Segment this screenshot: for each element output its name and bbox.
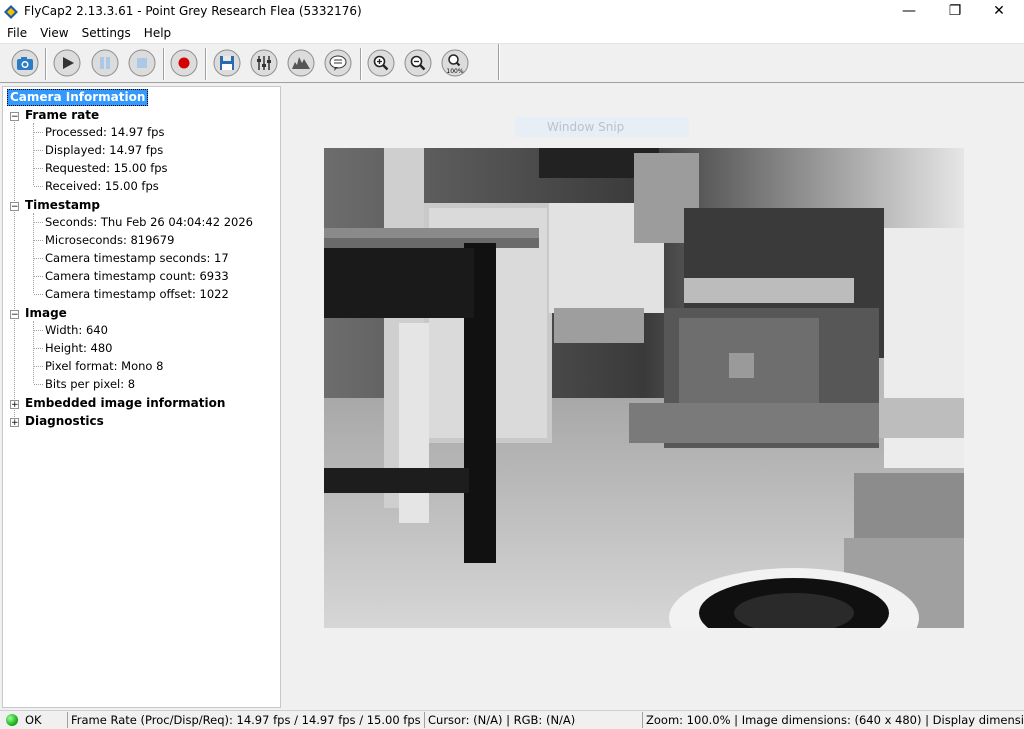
tree-line [33,213,34,293]
tree-leaf-camera-timestamp-count[interactable]: Camera timestamp count: 6933 [45,268,229,284]
save-icon [213,49,241,77]
event-statistics-button[interactable] [323,48,353,78]
pause-icon [91,49,119,77]
zoom-100-button[interactable]: 100% [440,48,470,78]
close-button[interactable]: ✕ [976,0,1022,24]
menu-file[interactable]: File [1,24,33,42]
tree-leaf-displayed[interactable]: Displayed: 14.97 fps [45,142,163,158]
maximize-button[interactable]: ❐ [932,0,978,24]
status-ok-icon [6,714,18,726]
window-snip-overlay: Window Snip [515,117,689,137]
tree-line [34,132,43,133]
status-zoom-dimensions: Zoom: 100.0% | Image dimensions: (640 x … [642,712,1024,728]
tree-leaf-seconds[interactable]: Seconds: Thu Feb 26 04:04:42 2026 [45,214,253,230]
tree-line [34,186,43,187]
tree-line [34,150,43,151]
zoom-100-icon: 100% [441,49,469,77]
camera-info-tree[interactable]: Camera Information − Frame rate Processe… [2,86,281,708]
app-icon [4,5,18,19]
camera-control-button[interactable] [249,48,279,78]
tree-leaf-pixel-format[interactable]: Pixel format: Mono 8 [45,358,163,374]
tree-line [34,240,43,241]
tree-line [34,258,43,259]
zoom-out-button[interactable] [403,48,433,78]
tree-leaf-camera-timestamp-offset[interactable]: Camera timestamp offset: 1022 [45,286,229,302]
menu-settings[interactable]: Settings [76,24,137,42]
tree-line [14,113,15,417]
toolbar-separator [498,44,500,80]
status-frame-rate: Frame Rate (Proc/Disp/Req): 14.97 fps / … [67,712,421,728]
camera-image [324,148,964,628]
tree-line [34,294,43,295]
collapse-timestamp-icon[interactable]: − [10,202,19,212]
status-bar: OK Frame Rate (Proc/Disp/Req): 14.97 fps… [0,710,1024,729]
histogram-button[interactable] [286,48,316,78]
tree-line [34,366,43,367]
record-icon [170,49,198,77]
histogram-icon [287,49,315,77]
minimize-button[interactable]: — [886,0,932,24]
start-camera-button[interactable] [10,48,40,78]
zoom-in-button[interactable] [366,48,396,78]
tree-leaf-received[interactable]: Received: 15.00 fps [45,178,159,194]
pause-button[interactable] [90,48,120,78]
tree-leaf-requested[interactable]: Requested: 15.00 fps [45,160,168,176]
play-icon [53,49,81,77]
zoom-100-label: 100% [446,68,463,75]
tree-leaf-processed[interactable]: Processed: 14.97 fps [45,124,164,140]
tree-line [34,222,43,223]
expand-embedded-icon[interactable]: + [10,400,19,410]
toolbar-separator [205,48,207,80]
tree-line [34,330,43,331]
zoom-out-icon [404,49,432,77]
tree-node-diagnostics[interactable]: Diagnostics [25,413,104,429]
tree-root-camera-information[interactable]: Camera Information [7,89,149,106]
status-cursor: Cursor: (N/A) | RGB: (N/A) [424,712,638,728]
tree-leaf-microseconds[interactable]: Microseconds: 819679 [45,232,174,248]
tree-leaf-height[interactable]: Height: 480 [45,340,113,356]
tree-node-frame-rate[interactable]: Frame rate [25,107,99,123]
stop-button[interactable] [127,48,157,78]
status-ok-label: OK [25,713,42,727]
collapse-image-icon[interactable]: − [10,310,19,320]
tree-line [34,348,43,349]
tree-node-embedded-image-information[interactable]: Embedded image information [25,395,225,411]
expand-diagnostics-icon[interactable]: + [10,418,19,428]
toolbar-separator [360,48,362,80]
collapse-frame-rate-icon[interactable]: − [10,112,19,122]
settings-sliders-icon [250,49,278,77]
tree-node-timestamp[interactable]: Timestamp [25,197,100,213]
menu-help[interactable]: Help [138,24,177,42]
tree-leaf-camera-timestamp-seconds[interactable]: Camera timestamp seconds: 17 [45,250,229,266]
tree-leaf-width[interactable]: Width: 640 [45,322,108,338]
image-viewer[interactable]: Window Snip [283,86,1024,706]
stop-icon [128,49,156,77]
title-bar: FlyCap2 2.13.3.61 - Point Grey Research … [0,0,1024,24]
camera-icon [11,49,39,77]
tree-line [34,384,43,385]
menu-bar: File View Settings Help [0,24,1024,44]
zoom-in-icon [367,49,395,77]
tree-leaf-bits-per-pixel[interactable]: Bits per pixel: 8 [45,376,135,392]
window-title: FlyCap2 2.13.3.61 - Point Grey Research … [24,4,362,18]
tree-line [34,168,43,169]
record-button[interactable] [169,48,199,78]
toolbar-separator [45,48,47,80]
event-stats-icon [324,49,352,77]
tree-node-image[interactable]: Image [25,305,67,321]
tree-line [34,276,43,277]
play-button[interactable] [52,48,82,78]
save-image-button[interactable] [212,48,242,78]
menu-view[interactable]: View [34,24,74,42]
toolbar-separator [163,48,165,80]
toolbar: 100% [0,44,1024,83]
